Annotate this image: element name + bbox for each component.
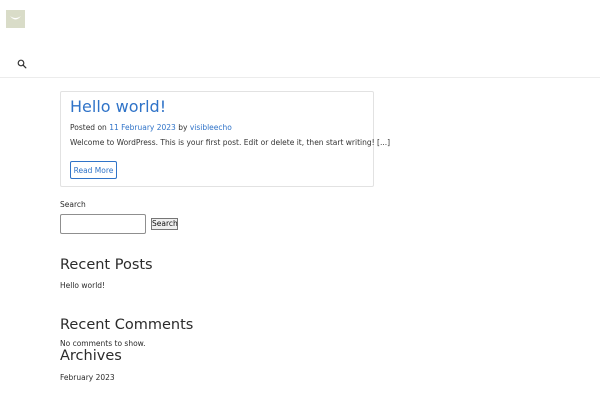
recent-post-link[interactable]: Hello world! bbox=[60, 281, 105, 290]
search-widget-label: Search bbox=[60, 200, 86, 209]
post-excerpt: Welcome to WordPress. This is your first… bbox=[70, 138, 391, 147]
no-comments-text: No comments to show. bbox=[60, 339, 146, 348]
archives-heading: Archives bbox=[60, 348, 122, 364]
site-logo-icon[interactable] bbox=[6, 10, 25, 28]
archive-link[interactable]: February 2023 bbox=[60, 373, 115, 382]
search-input[interactable] bbox=[60, 214, 146, 234]
search-submit-button[interactable]: Search bbox=[151, 218, 178, 230]
recent-comments-heading: Recent Comments bbox=[60, 317, 194, 333]
post-title-link[interactable]: Hello world! bbox=[70, 97, 166, 116]
site-header bbox=[0, 0, 600, 78]
post-author-link[interactable]: visibleecho bbox=[190, 123, 232, 132]
search-icon[interactable] bbox=[17, 54, 27, 69]
post-date-link[interactable]: 11 February 2023 bbox=[109, 123, 176, 132]
recent-posts-heading: Recent Posts bbox=[60, 257, 153, 273]
post-meta-by: by bbox=[178, 123, 188, 132]
post-meta: Posted on 11 February 2023 by visibleech… bbox=[70, 123, 232, 132]
read-more-button[interactable]: Read More bbox=[70, 161, 117, 179]
post-meta-prefix: Posted on bbox=[70, 123, 107, 132]
post-card: Hello world! Posted on 11 February 2023 … bbox=[60, 91, 390, 187]
